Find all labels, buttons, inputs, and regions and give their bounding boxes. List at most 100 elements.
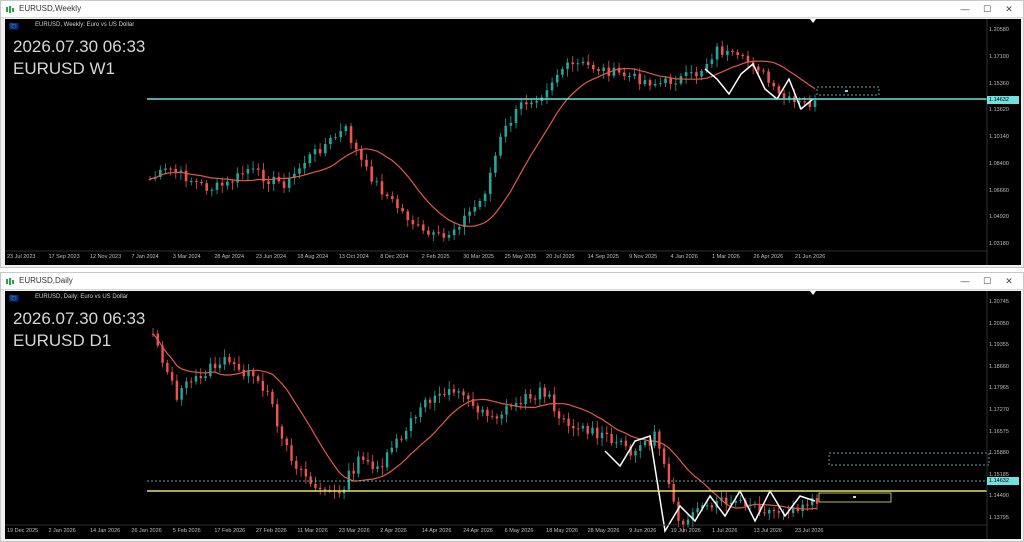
time-axis-label: 23 Jul 2023 bbox=[7, 254, 36, 260]
candle-body bbox=[209, 363, 212, 377]
close-button[interactable]: ✕ bbox=[999, 3, 1019, 16]
candle-body bbox=[557, 411, 561, 419]
candle-body bbox=[622, 72, 626, 77]
chart-shift-marker[interactable] bbox=[810, 291, 816, 295]
candle-body bbox=[478, 201, 482, 207]
time-axis-label: 14 Jan 2026 bbox=[89, 528, 121, 534]
candle-body bbox=[519, 102, 523, 109]
moving-average-line bbox=[149, 60, 816, 227]
candle-body bbox=[696, 508, 699, 513]
price-axis-label: 1.15880 bbox=[989, 450, 1009, 457]
titlebar-daily[interactable]: EURUSD,Daily — ☐ ✕ bbox=[1, 273, 1023, 290]
candle-body bbox=[553, 394, 556, 412]
candle-body bbox=[633, 73, 636, 76]
candle-body bbox=[705, 505, 709, 507]
time-axis-label: 26 Apr 2026 bbox=[753, 254, 784, 260]
time-axis-label: 28 May 2026 bbox=[587, 528, 620, 534]
candle-body bbox=[261, 380, 265, 391]
candlestick-plot-weekly[interactable] bbox=[5, 19, 1021, 265]
candle-body bbox=[664, 78, 667, 84]
time-axis-label: 14 Sep 2025 bbox=[587, 254, 619, 260]
price-chart-daily[interactable]: 🇪🇺 EURUSD, Daily: Euro vs US Dollar 2026… bbox=[5, 291, 1021, 539]
minimize-button[interactable]: — bbox=[955, 3, 975, 16]
candle-body bbox=[424, 399, 427, 408]
chart-window-weekly[interactable]: EURUSD,Weekly — ☐ ✕ 🇪🇺 EURUSD, Weekly: E… bbox=[0, 0, 1024, 268]
time-axis-label: 9 Nov 2025 bbox=[629, 254, 658, 260]
candle-body bbox=[164, 168, 167, 170]
candle-body bbox=[815, 498, 819, 504]
candle-body bbox=[180, 387, 183, 400]
candle-body bbox=[533, 398, 537, 400]
chart-shift-marker[interactable] bbox=[810, 19, 816, 23]
candle-body bbox=[674, 83, 678, 85]
candle-body bbox=[344, 126, 348, 132]
candle-body bbox=[174, 168, 178, 173]
candle-body bbox=[381, 466, 384, 468]
candle-body bbox=[756, 66, 760, 71]
price-axis-label: 1.17270 bbox=[989, 407, 1009, 413]
candle-body bbox=[462, 391, 465, 396]
candle-body bbox=[672, 484, 675, 502]
candle-body bbox=[427, 230, 430, 235]
candle-body bbox=[457, 391, 460, 393]
candlestick-plot-daily[interactable] bbox=[5, 291, 1021, 539]
time-axis-label: 4 Jan 2026 bbox=[670, 254, 698, 260]
overlay-symbol: EURUSD W1 bbox=[13, 59, 116, 78]
time-axis-label: 21 Jun 2026 bbox=[795, 254, 826, 260]
candle-body bbox=[272, 176, 276, 185]
candle-body bbox=[428, 399, 432, 403]
price-chart-weekly[interactable]: 🇪🇺 EURUSD, Weekly: Euro vs US Dollar 202… bbox=[5, 19, 1021, 265]
candle-body bbox=[432, 232, 435, 235]
candle-body bbox=[190, 381, 193, 383]
candle-body bbox=[205, 183, 209, 191]
candle-body bbox=[684, 72, 688, 76]
price-axis-label: 1.20745 bbox=[989, 299, 1009, 305]
candle-body bbox=[226, 181, 229, 186]
candle-body bbox=[189, 180, 193, 182]
time-axis-label: 23 Jul 2026 bbox=[795, 528, 824, 534]
candle-body bbox=[679, 75, 683, 84]
candle-body bbox=[401, 208, 404, 212]
candle-body bbox=[223, 357, 226, 365]
time-axis-label: 30 Mar 2025 bbox=[463, 254, 495, 260]
candle-body bbox=[366, 459, 370, 462]
minimize-button[interactable]: — bbox=[955, 275, 975, 288]
candle-body bbox=[370, 166, 373, 182]
candle-body bbox=[525, 102, 528, 105]
maximize-button[interactable]: ☐ bbox=[977, 3, 997, 16]
candle-body bbox=[251, 168, 255, 170]
time-axis-label: 27 Feb 2026 bbox=[255, 528, 287, 534]
symbol-description: EURUSD, Weekly: Euro vs US Dollar bbox=[35, 22, 135, 28]
candle-body bbox=[736, 52, 739, 56]
time-axis-label: 2 Jan 2026 bbox=[48, 528, 76, 534]
time-axis-label: 8 Dec 2024 bbox=[380, 254, 409, 260]
candle-body bbox=[195, 180, 198, 182]
candle-body bbox=[624, 440, 628, 447]
window-title: EURUSD,Weekly bbox=[19, 4, 82, 13]
candle-body bbox=[323, 144, 327, 154]
candle-body bbox=[576, 428, 580, 430]
moving-average-line bbox=[152, 333, 818, 510]
candle-body bbox=[610, 433, 613, 444]
candle-body bbox=[242, 369, 245, 377]
candle-body bbox=[385, 194, 389, 197]
titlebar-weekly[interactable]: EURUSD,Weekly — ☐ ✕ bbox=[1, 1, 1023, 18]
price-axis-label: 1.18660 bbox=[989, 363, 1009, 370]
price-axis-label: 1.16575 bbox=[989, 428, 1009, 435]
candle-body bbox=[600, 432, 604, 439]
close-button[interactable]: ✕ bbox=[999, 275, 1019, 288]
candle-body bbox=[689, 72, 693, 74]
time-axis-label: 13 Oct 2024 bbox=[338, 254, 369, 260]
candle-body bbox=[416, 224, 420, 226]
candle-body bbox=[514, 108, 518, 123]
price-axis-label: 1.03180 bbox=[989, 241, 1009, 247]
projection-box-center bbox=[853, 496, 856, 498]
maximize-button[interactable]: ☐ bbox=[977, 275, 997, 288]
candle-body bbox=[576, 63, 580, 65]
candle-body bbox=[282, 181, 286, 188]
chart-window-daily[interactable]: EURUSD,Daily — ☐ ✕ 🇪🇺 EURUSD, Daily: Eur… bbox=[0, 272, 1024, 542]
candle-body bbox=[395, 438, 398, 448]
candle-body bbox=[662, 448, 666, 464]
chart-window-icon bbox=[6, 278, 14, 285]
candle-body bbox=[767, 71, 770, 83]
